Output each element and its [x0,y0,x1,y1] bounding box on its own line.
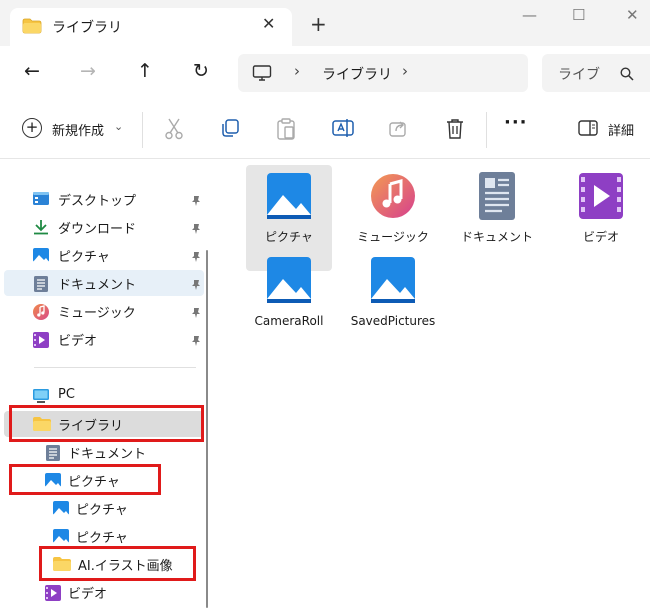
pictures-icon [32,247,50,267]
item-camera-roll[interactable]: CameraRoll [246,249,332,355]
documents-icon [32,275,50,297]
nav-scrollbar[interactable] [206,250,208,608]
breadcrumb-library[interactable]: ライブラリ [322,64,392,84]
search-icon [620,66,634,85]
pin-icon[interactable] [190,332,202,351]
details-label: 詳細 [608,124,635,139]
nav-item-label: ビデオ [68,587,108,602]
nav-item-library-videos[interactable]: ビデオ [4,579,204,605]
item-label: ビデオ [582,230,619,244]
breadcrumb-separator: › [294,62,300,80]
videos-icon [32,331,50,353]
folder-icon [22,18,42,38]
item-label: ピクチャ [265,230,313,244]
music-icon [32,303,50,325]
nav-item-label: ピクチャ [58,250,110,265]
divider [486,112,487,148]
tab-library[interactable]: ライブラリ ✕ [10,8,292,46]
pin-icon[interactable] [190,304,202,323]
highlight-box-ai-folder [39,546,196,581]
new-tab-button[interactable]: + [310,12,327,36]
nav-item-pictures[interactable]: ピクチャ [4,242,204,268]
new-button-label: 新規作成 [52,124,105,139]
highlight-box-library [9,405,204,442]
documents-icon [44,444,62,466]
nav-item-music[interactable]: ミュージック [4,298,204,324]
item-saved-pictures[interactable]: SavedPictures [350,249,436,355]
back-button[interactable]: ← [24,60,40,82]
highlight-box-pictures [9,464,161,495]
nav-item-label: PC [58,387,75,402]
item-label: ドキュメント [460,230,533,244]
maximize-button[interactable]: ☐ [572,6,585,24]
search-placeholder: ライブ [558,67,600,83]
navigation-pane: デスクトップ ダウンロード ピクチャ ドキュメント ミュージック ビデオ PC … [0,159,214,612]
item-label: ミュージック [357,230,429,244]
nav-item-label: デスクトップ [58,194,137,209]
nav-item-label: ミュージック [58,306,136,321]
address-row: ← → ↑ ↻ › ライブラリ › ライブ [0,46,650,102]
item-label: SavedPictures [350,314,436,328]
item-videos[interactable]: ビデオ [558,165,644,271]
details-pane-icon [578,120,598,140]
nav-item-pictures-sub[interactable]: ピクチャ [4,495,204,521]
nav-item-label: ビデオ [58,334,98,349]
forward-button[interactable]: → [80,60,96,82]
nav-item-label: ドキュメント [58,278,137,293]
item-label: CameraRoll [254,314,324,328]
videos-icon [44,584,62,606]
pictures-icon [52,528,70,548]
nav-item-label: ピクチャ [76,503,128,518]
nav-item-videos[interactable]: ビデオ [4,326,204,352]
desktop-icon [32,191,50,211]
tab-label: ライブラリ [52,20,122,36]
pin-icon[interactable] [190,220,202,239]
nav-item-label: ダウンロード [58,222,137,237]
search-input[interactable]: ライブ [542,54,650,92]
copy-icon[interactable] [220,118,240,142]
nav-item-desktop[interactable]: デスクトップ [4,186,204,212]
nav-item-library-documents[interactable]: ドキュメント [4,439,204,465]
pin-icon[interactable] [190,192,202,211]
tab-close-button[interactable]: ✕ [262,14,275,33]
close-window-button[interactable]: ✕ [626,6,639,24]
up-button[interactable]: ↑ [137,60,153,82]
nav-item-label: ピクチャ [76,531,128,546]
nav-item-downloads[interactable]: ダウンロード [4,214,204,240]
nav-item-label: ドキュメント [68,447,147,462]
delete-icon[interactable] [445,118,465,144]
rename-icon[interactable] [332,118,354,142]
more-options-button[interactable]: ··· [504,112,528,133]
chevron-down-icon: ⌄ [114,120,124,133]
command-bar: + 新規作成 ⌄ ··· 詳細 [0,102,650,159]
content-pane: ピクチャ ミュージック ドキュメント ビデオ CameraRoll SavedP… [216,159,650,612]
divider [142,112,143,148]
monitor-icon [252,65,272,85]
nav-item-documents[interactable]: ドキュメント [4,270,204,296]
share-icon[interactable] [388,118,408,142]
item-documents[interactable]: ドキュメント [454,165,540,271]
breadcrumb-separator[interactable]: › [402,62,408,80]
cut-icon[interactable] [164,118,184,144]
paste-icon[interactable] [276,118,296,144]
pictures-icon [52,500,70,520]
pin-icon[interactable] [190,248,202,267]
download-icon [32,219,50,239]
divider [34,367,196,368]
refresh-button[interactable]: ↻ [193,60,209,82]
plus-icon: + [22,118,42,138]
address-bar[interactable]: › ライブラリ › [238,54,528,92]
minimize-button[interactable]: — [522,6,537,24]
pin-icon[interactable] [190,276,202,295]
